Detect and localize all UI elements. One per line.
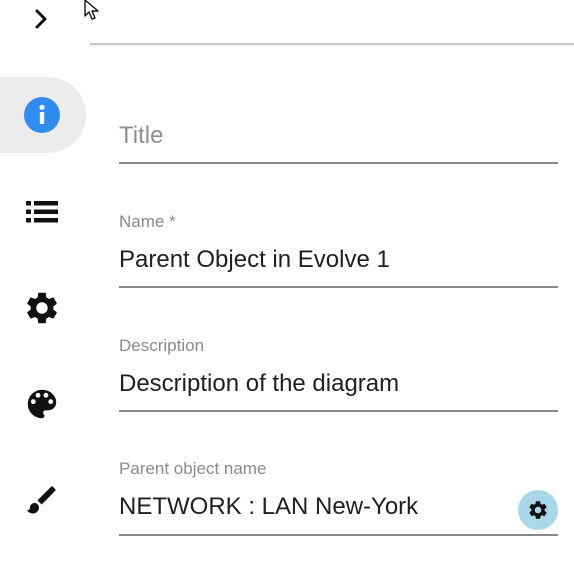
description-value: Description of the diagram — [119, 370, 400, 397]
sidebar-item-list[interactable] — [0, 174, 86, 250]
parent-object-name-field[interactable]: Parent object name NETWORK : LAN New-Yor… — [119, 459, 558, 537]
parent-object-settings-button[interactable] — [518, 490, 558, 530]
gear-icon — [529, 501, 547, 519]
palette-icon — [22, 384, 62, 424]
parent-object-name-underline — [119, 534, 558, 536]
name-underline — [119, 286, 558, 288]
brush-icon — [22, 480, 62, 520]
mouse-cursor-icon — [84, 0, 99, 20]
description-label: Description — [119, 336, 205, 355]
description-underline — [119, 410, 558, 412]
name-value: Parent Object in Evolve 1 — [119, 246, 390, 273]
list-icon — [22, 192, 62, 232]
sidebar-item-palette[interactable] — [0, 366, 86, 442]
title-placeholder: Title — [119, 122, 164, 149]
gear-icon — [22, 288, 62, 328]
chevron-right-icon — [35, 9, 47, 29]
info-icon — [22, 95, 62, 135]
description-field[interactable]: Description Description of the diagram — [119, 336, 558, 414]
sidebar-item-settings[interactable] — [0, 270, 86, 346]
name-label: Name * — [119, 212, 176, 231]
title-underline — [119, 162, 558, 164]
name-field[interactable]: Name * Parent Object in Evolve 1 — [119, 212, 558, 290]
sidebar-item-info[interactable] — [0, 77, 86, 153]
header-divider — [90, 43, 574, 45]
title-field[interactable]: Title — [119, 118, 558, 166]
parent-object-name-value: NETWORK : LAN New-York — [119, 493, 419, 520]
parent-object-name-label: Parent object name — [119, 459, 267, 478]
sidebar-toggle-button[interactable] — [26, 4, 56, 34]
sidebar-item-brush[interactable] — [0, 462, 86, 538]
